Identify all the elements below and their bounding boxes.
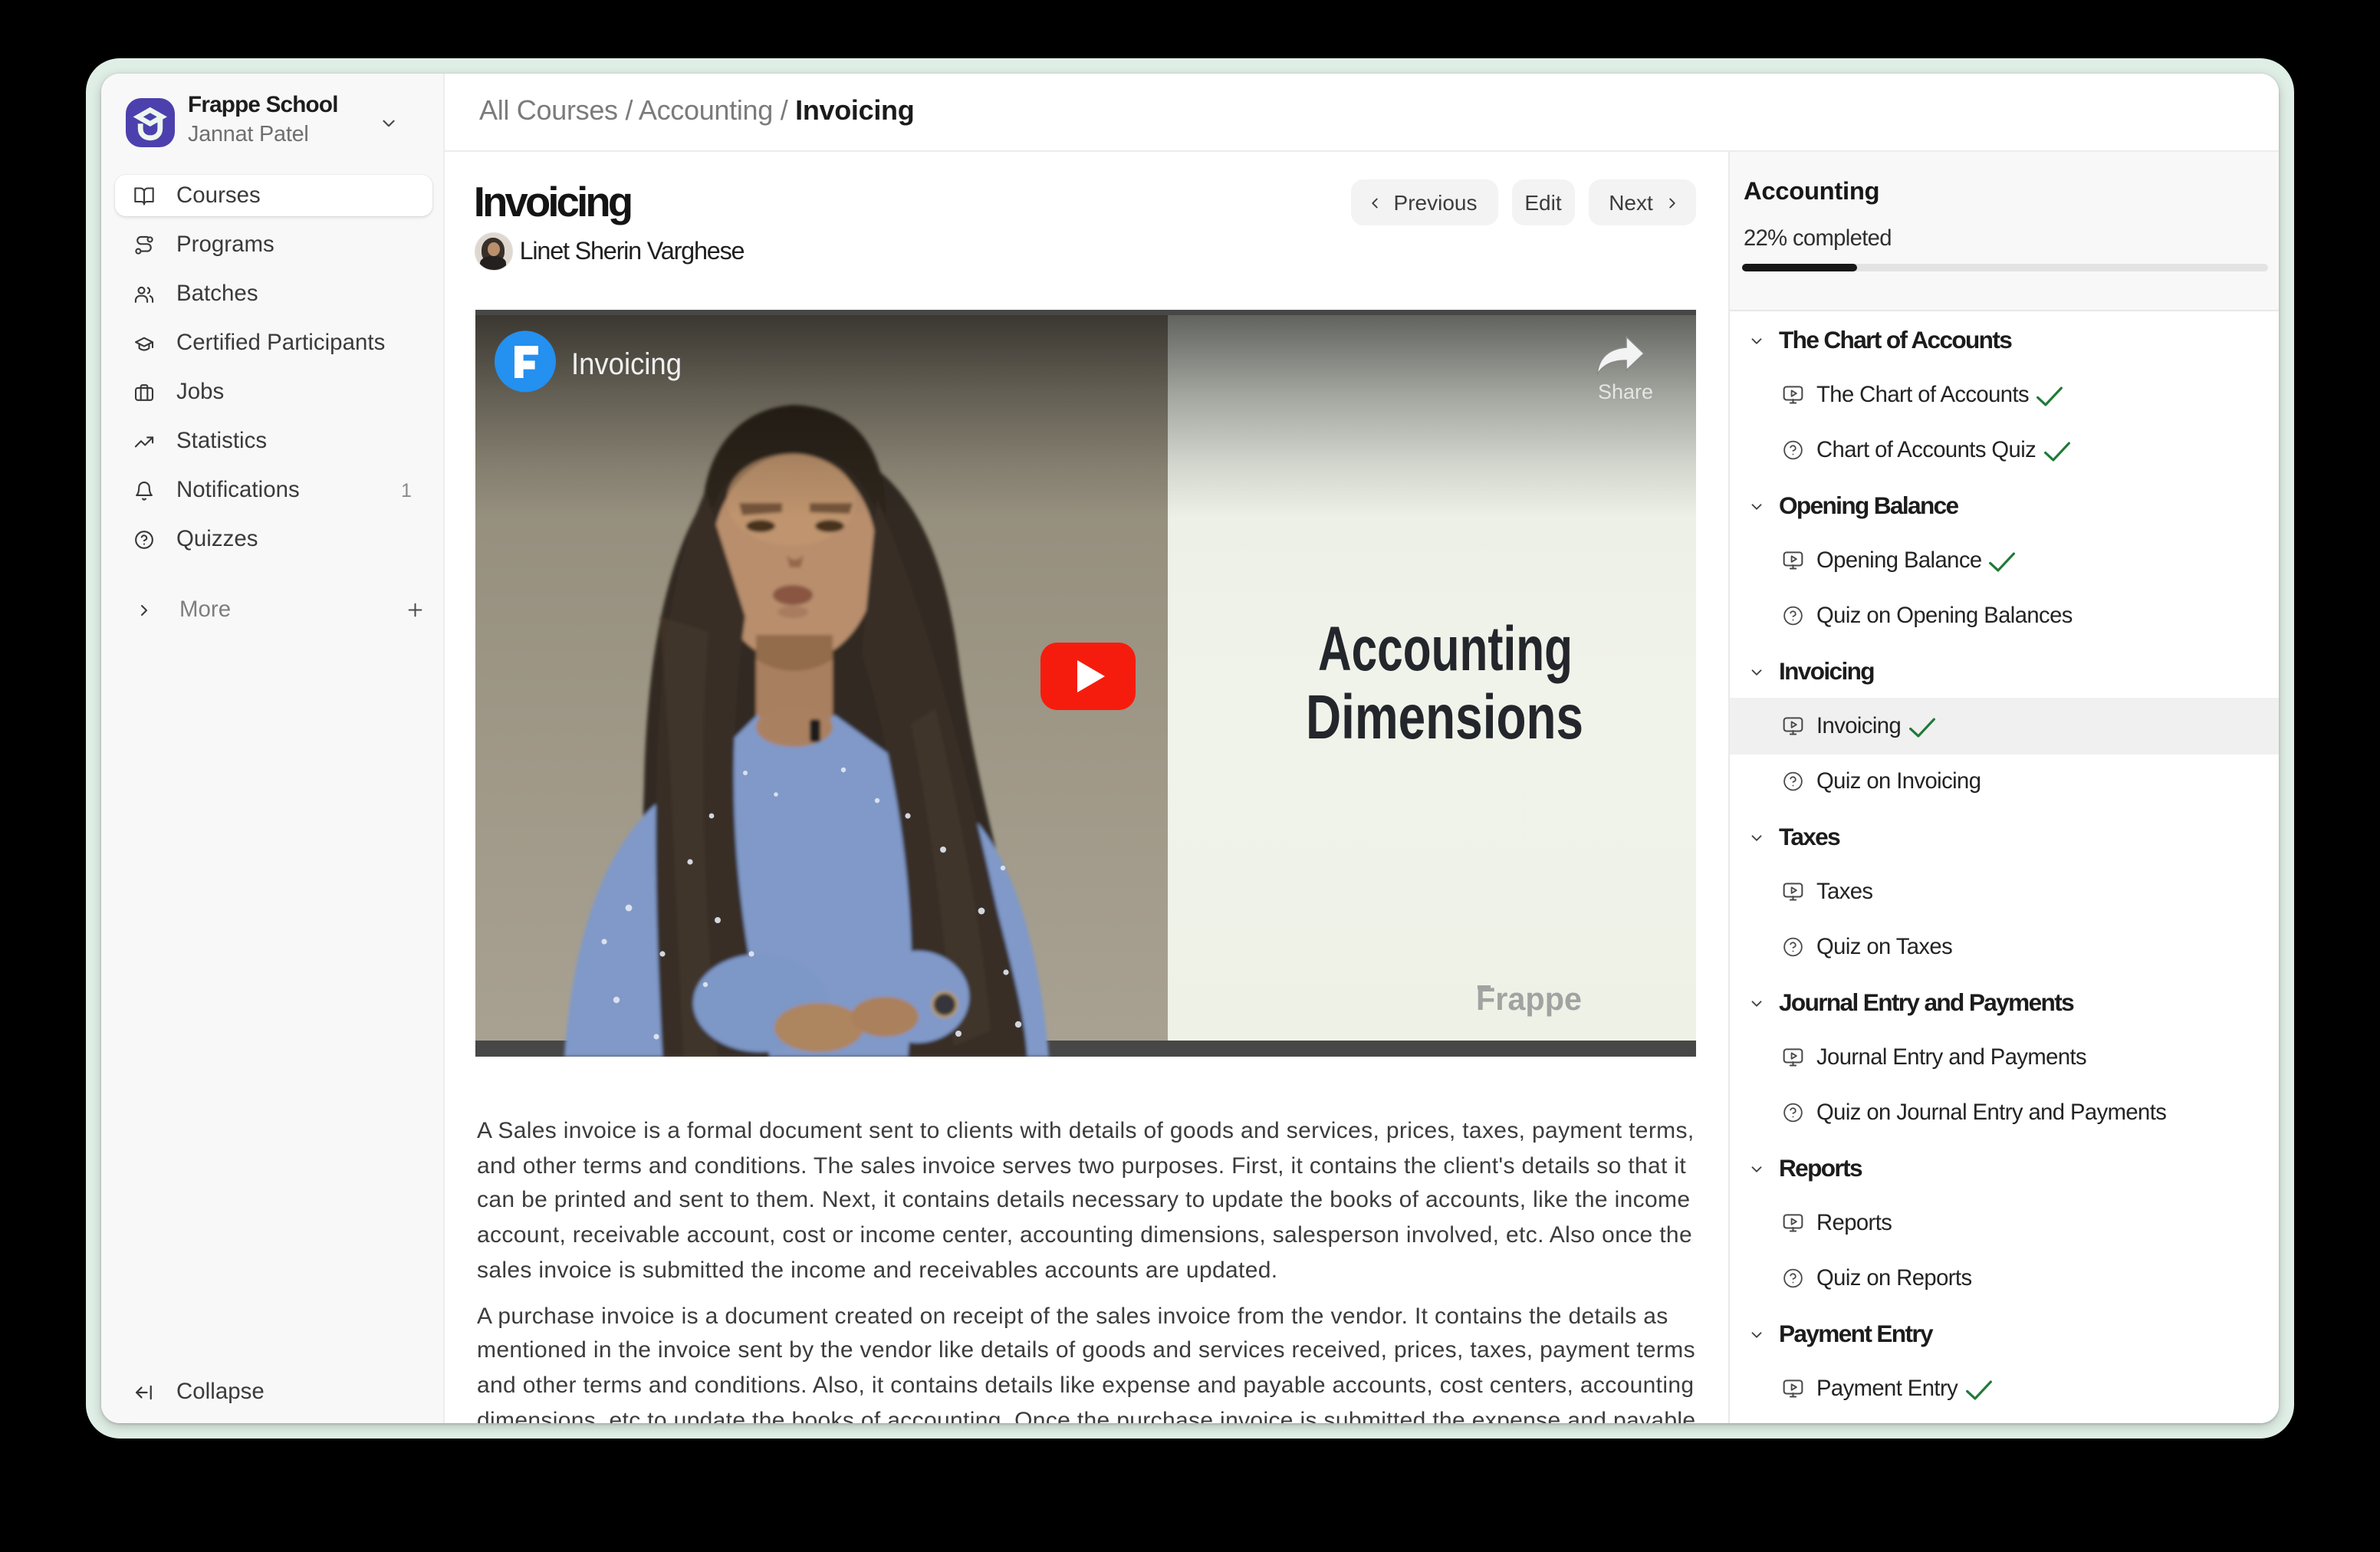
svg-text:Accounting: Accounting [1317, 615, 1572, 685]
svg-text:Share: Share [1597, 381, 1652, 404]
svg-text:Invoicing: Invoicing [570, 348, 681, 382]
svg-text:Frappe: Frappe [1475, 982, 1581, 1018]
svg-text:Dimensions: Dimensions [1305, 683, 1583, 753]
